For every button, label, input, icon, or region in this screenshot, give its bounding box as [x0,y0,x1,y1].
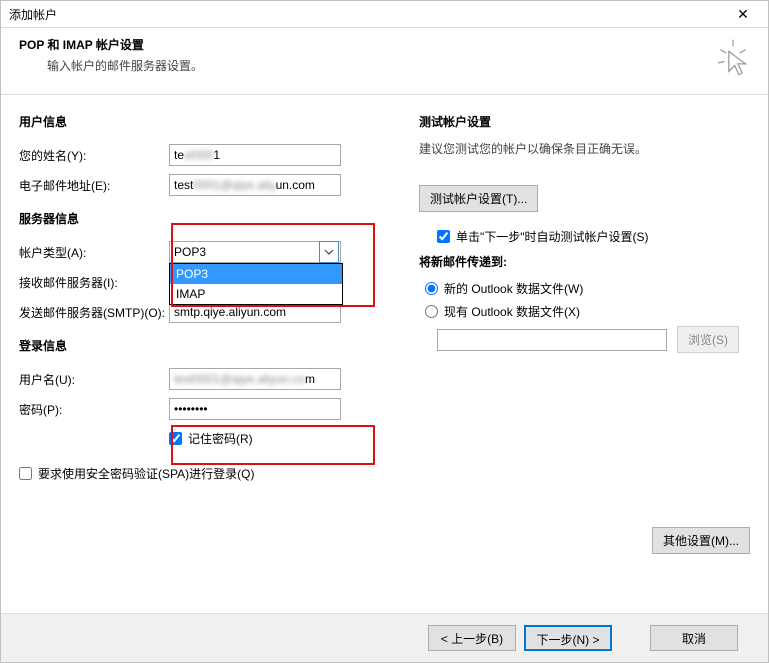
account-type-option-pop3[interactable]: POP3 [170,264,342,284]
next-button[interactable]: 下一步(N) > [524,625,612,651]
deliver-new-pst-radio[interactable] [425,282,438,295]
existing-pst-path-input[interactable] [437,329,667,351]
label-new-pst: 新的 Outlook 数据文件(W) [444,280,583,297]
chevron-down-icon [319,241,339,263]
deliver-existing-pst-radio[interactable] [425,305,438,318]
username-input[interactable]: test0001@qiye.aliyun.co m [169,368,341,390]
auto-test-checkbox[interactable] [437,230,450,243]
spa-checkbox[interactable] [19,467,32,480]
browse-button[interactable]: 浏览(S) [677,326,739,353]
label-password: 密码(P): [19,401,169,418]
email-input[interactable]: test 0001@qiye.aliy un.com [169,174,341,196]
account-type-select[interactable]: POP3 POP3 IMAP [169,241,341,263]
label-outgoing-server: 发送邮件服务器(SMTP)(O): [19,304,169,321]
section-server-info: 服务器信息 [19,210,409,227]
section-user-info: 用户信息 [19,113,409,130]
titlebar: 添加帐户 ✕ [1,1,768,28]
cancel-button[interactable]: 取消 [650,625,738,651]
label-existing-pst: 现有 Outlook 数据文件(X) [444,303,580,320]
your-name-input[interactable]: te st000 1 [169,144,341,166]
account-type-option-imap[interactable]: IMAP [170,284,342,304]
remember-password-checkbox[interactable] [169,432,182,445]
account-type-dropdown: POP3 IMAP [169,263,343,305]
footer: < 上一步(B) 下一步(N) > 取消 [1,613,768,662]
section-deliver-to: 将新邮件传递到: [419,253,750,270]
test-hint: 建议您测试您的帐户以确保条目正确无误。 [419,140,750,157]
header-title: POP 和 IMAP 帐户设置 [19,36,750,53]
dialog-body: 用户信息 您的姓名(Y): te st000 1 电子邮件地址(E): [1,95,768,607]
right-column: 测试帐户设置 建议您测试您的帐户以确保条目正确无误。 测试帐户设置(T)... … [409,113,750,488]
label-remember-password: 记住密码(R) [188,430,253,447]
test-settings-button[interactable]: 测试帐户设置(T)... [419,185,538,212]
back-button[interactable]: < 上一步(B) [428,625,516,651]
left-column: 用户信息 您的姓名(Y): te st000 1 电子邮件地址(E): [19,113,409,488]
add-account-dialog: 添加帐户 ✕ POP 和 IMAP 帐户设置 输入帐户的邮件服务器设置。 用户信… [0,0,769,663]
label-spa: 要求使用安全密码验证(SPA)进行登录(Q) [38,465,254,482]
window-title: 添加帐户 [9,6,57,23]
close-icon: ✕ [737,6,749,23]
header-subtitle: 输入帐户的邮件服务器设置。 [19,53,750,74]
section-login-info: 登录信息 [19,337,409,354]
label-account-type: 帐户类型(A): [19,244,169,261]
label-username: 用户名(U): [19,371,169,388]
more-settings-button[interactable]: 其他设置(M)... [652,527,750,554]
label-incoming-server: 接收邮件服务器(I): [19,274,169,291]
header: POP 和 IMAP 帐户设置 输入帐户的邮件服务器设置。 [1,28,768,95]
label-email: 电子邮件地址(E): [19,177,169,194]
section-test-settings: 测试帐户设置 [419,113,750,130]
account-type-selected-value: POP3 [174,245,206,259]
cursor-click-icon [716,38,750,81]
close-button[interactable]: ✕ [726,3,760,25]
label-your-name: 您的姓名(Y): [19,147,169,164]
password-input[interactable] [169,398,341,420]
label-auto-test: 单击"下一步"时自动测试帐户设置(S) [456,228,649,245]
